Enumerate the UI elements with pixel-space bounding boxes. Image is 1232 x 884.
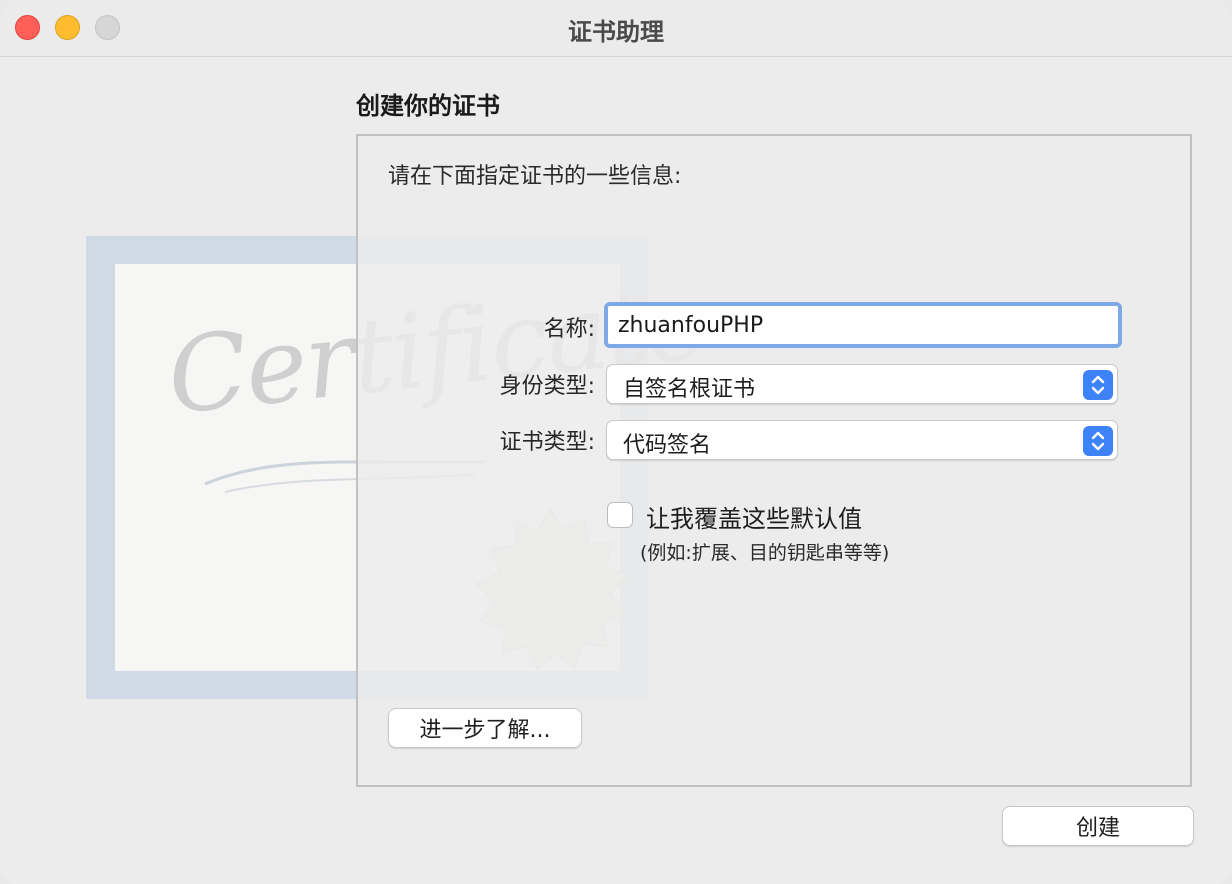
form-panel xyxy=(356,134,1192,787)
title-bar: 证书助理 xyxy=(0,0,1232,57)
cert-type-value: 代码签名 xyxy=(623,433,712,458)
window-title: 证书助理 xyxy=(568,18,664,46)
up-down-chevron-icon xyxy=(1083,370,1113,400)
cert-type-select[interactable]: 代码签名 xyxy=(606,420,1118,460)
learn-more-button[interactable]: 进一步了解... xyxy=(388,708,582,748)
intro-text: 请在下面指定证书的一些信息: xyxy=(388,164,682,189)
section-heading: 创建你的证书 xyxy=(356,92,500,120)
override-defaults-checkbox[interactable] xyxy=(607,502,633,528)
identity-type-value: 自签名根证书 xyxy=(623,377,756,402)
up-down-chevron-icon xyxy=(1083,426,1113,456)
identity-type-select[interactable]: 自签名根证书 xyxy=(606,364,1118,404)
name-input[interactable] xyxy=(604,302,1122,348)
override-defaults-label: 让我覆盖这些默认值 xyxy=(646,505,862,533)
override-defaults-hint: (例如:扩展、目的钥匙串等等) xyxy=(640,542,890,564)
identity-type-label: 身份类型: xyxy=(499,374,595,399)
name-label: 名称: xyxy=(543,317,595,342)
cert-type-label: 证书类型: xyxy=(499,430,595,455)
create-button[interactable]: 创建 xyxy=(1002,806,1194,846)
certificate-assistant-window: 证书助理 Certificate 创建你的证书 请在下面指定证书的一些信息: 名… xyxy=(0,0,1232,884)
